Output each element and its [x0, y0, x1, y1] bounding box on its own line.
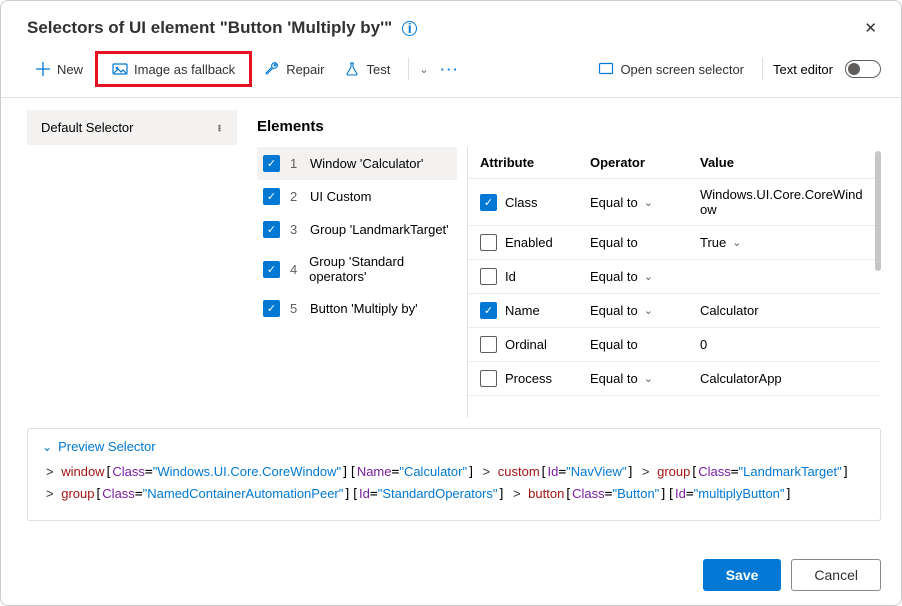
checkbox[interactable]: ✓ — [263, 221, 280, 238]
attribute-row: Enabled Equal to True ⌄ — [468, 226, 881, 260]
element-label: Group 'LandmarkTarget' — [310, 222, 449, 237]
preview-label: Preview Selector — [58, 439, 156, 454]
test-label: Test — [366, 62, 390, 77]
element-index: 5 — [290, 301, 300, 316]
attribute-row: ✓ Name Equal to ⌄ Calculator — [468, 294, 881, 328]
element-index: 2 — [290, 189, 300, 204]
element-item[interactable]: ✓ 4 Group 'Standard operators' — [257, 246, 457, 292]
element-label: Group 'Standard operators' — [309, 254, 451, 284]
element-item[interactable]: ✓ 1 Window 'Calculator' — [257, 147, 457, 180]
element-label: Window 'Calculator' — [310, 156, 423, 171]
attr-name: Id — [505, 269, 516, 284]
attr-name: Class — [505, 195, 538, 210]
checkbox[interactable]: ✓ — [480, 302, 497, 319]
element-item[interactable]: ✓ 2 UI Custom — [257, 180, 457, 213]
image-icon — [112, 61, 128, 77]
default-selector-label: Default Selector — [41, 120, 134, 135]
scrollbar[interactable] — [875, 151, 881, 271]
checkbox[interactable] — [480, 234, 497, 251]
attribute-panel: Attribute Operator Value ✓ Class Equal to… — [467, 147, 881, 418]
chevron-down-icon[interactable]: ⌄ — [644, 270, 653, 283]
elements-title: Elements — [257, 110, 881, 147]
checkbox[interactable]: ✓ — [480, 194, 497, 211]
checkbox[interactable]: ✓ — [263, 300, 280, 317]
attr-value[interactable]: True — [700, 235, 726, 250]
test-button[interactable]: Test — [336, 56, 398, 82]
chevron-down-icon[interactable]: ⌄ — [644, 304, 653, 317]
attribute-row: Id Equal to ⌄ — [468, 260, 881, 294]
cancel-button[interactable]: Cancel — [791, 559, 881, 591]
checkbox[interactable] — [480, 336, 497, 353]
operator-select[interactable]: Equal to — [590, 195, 638, 210]
sidebar: Default Selector ··· — [27, 110, 237, 418]
col-value: Value — [700, 155, 869, 170]
attribute-row: Process Equal to ⌄ CalculatorApp — [468, 362, 881, 396]
open-screen-selector-button[interactable]: Open screen selector — [590, 56, 752, 82]
text-editor-label: Text editor — [773, 62, 833, 77]
preview-selector-panel: ⌄ Preview Selector > window[Class="Windo… — [27, 428, 881, 521]
new-label: New — [57, 62, 83, 77]
image-fallback-button[interactable]: Image as fallback — [104, 56, 243, 82]
attr-name: Process — [505, 371, 552, 386]
preview-toggle[interactable]: ⌄ Preview Selector — [42, 439, 866, 454]
selector-preview-text: > window[Class="Windows.UI.Core.CoreWind… — [42, 462, 866, 506]
element-index: 4 — [290, 262, 299, 277]
chevron-down-icon[interactable]: ⌄ — [419, 63, 428, 76]
flask-icon — [344, 61, 360, 77]
attribute-row: Ordinal Equal to 0 — [468, 328, 881, 362]
chevron-down-icon[interactable]: ⌄ — [732, 236, 741, 249]
toolbar: New Image as fallback Repair Test ⌄ ··· … — [1, 45, 901, 98]
info-icon[interactable]: i — [402, 21, 417, 36]
plus-icon — [35, 61, 51, 77]
default-selector-tab[interactable]: Default Selector ··· — [27, 110, 237, 145]
checkbox[interactable] — [480, 370, 497, 387]
open-screen-label: Open screen selector — [620, 62, 744, 77]
chevron-down-icon[interactable]: ⌄ — [644, 372, 653, 385]
repair-label: Repair — [286, 62, 324, 77]
text-editor-toggle[interactable] — [845, 60, 881, 78]
page-title: Selectors of UI element "Button 'Multipl… — [27, 18, 392, 38]
element-item[interactable]: ✓ 3 Group 'LandmarkTarget' — [257, 213, 457, 246]
attr-value[interactable]: Calculator — [700, 303, 759, 318]
attr-value[interactable]: Windows.UI.Core.CoreWindow — [700, 187, 869, 217]
element-label: UI Custom — [310, 189, 371, 204]
col-operator: Operator — [590, 155, 700, 170]
element-index: 1 — [290, 156, 300, 171]
attr-value[interactable]: 0 — [700, 337, 707, 352]
image-fallback-highlight: Image as fallback — [95, 51, 252, 87]
separator — [408, 58, 409, 80]
checkbox[interactable]: ✓ — [263, 155, 280, 172]
operator-select[interactable]: Equal to — [590, 371, 638, 386]
elements-list: ✓ 1 Window 'Calculator'✓ 2 UI Custom✓ 3 … — [257, 147, 457, 418]
image-fallback-label: Image as fallback — [134, 62, 235, 77]
more-vertical-icon[interactable]: ··· — [212, 124, 227, 131]
checkbox[interactable]: ✓ — [263, 188, 280, 205]
operator-select[interactable]: Equal to — [590, 235, 638, 250]
more-icon[interactable]: ··· — [433, 57, 468, 82]
element-item[interactable]: ✓ 5 Button 'Multiply by' — [257, 292, 457, 325]
close-icon[interactable]: ✕ — [860, 15, 881, 41]
new-button[interactable]: New — [27, 56, 91, 82]
chevron-down-icon[interactable]: ⌄ — [644, 196, 653, 209]
attr-value[interactable]: CalculatorApp — [700, 371, 782, 386]
attr-name: Enabled — [505, 235, 553, 250]
operator-select[interactable]: Equal to — [590, 269, 638, 284]
save-button[interactable]: Save — [703, 559, 782, 591]
attr-name: Ordinal — [505, 337, 547, 352]
element-label: Button 'Multiply by' — [310, 301, 418, 316]
chevron-down-icon: ⌄ — [42, 440, 52, 454]
operator-select[interactable]: Equal to — [590, 303, 638, 318]
separator — [762, 58, 763, 80]
col-attribute: Attribute — [480, 155, 590, 170]
wrench-icon — [264, 61, 280, 77]
attribute-row: ✓ Class Equal to ⌄ Windows.UI.Core.CoreWin… — [468, 179, 881, 226]
operator-select[interactable]: Equal to — [590, 337, 638, 352]
checkbox[interactable] — [480, 268, 497, 285]
attr-name: Name — [505, 303, 540, 318]
repair-button[interactable]: Repair — [256, 56, 332, 82]
checkbox[interactable]: ✓ — [263, 261, 280, 278]
element-index: 3 — [290, 222, 300, 237]
screen-icon — [598, 61, 614, 77]
